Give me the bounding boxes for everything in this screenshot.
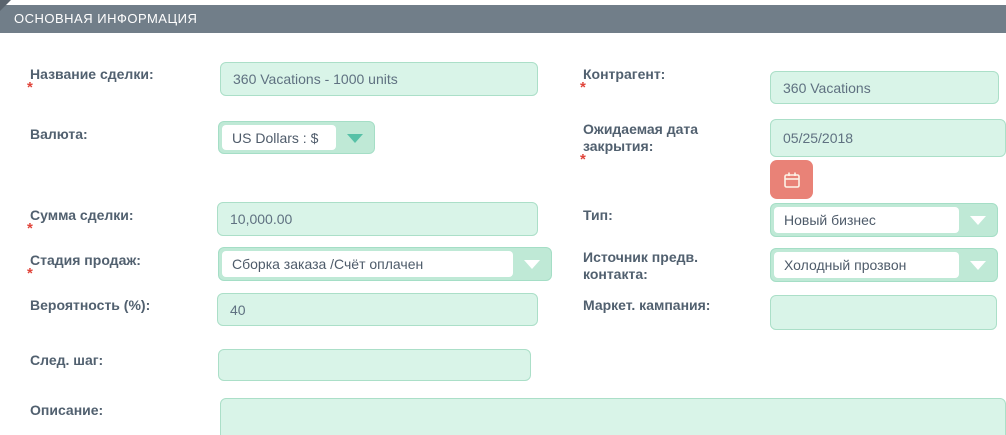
calendar-picker-button[interactable] xyxy=(770,160,813,199)
campaign-label: Маркет. кампания: xyxy=(583,297,711,313)
amount-label: Сумма сделки: * xyxy=(27,207,134,237)
required-marker: * xyxy=(580,151,586,168)
chevron-down-icon xyxy=(524,260,540,269)
chevron-down-icon xyxy=(970,216,986,225)
type-select[interactable]: Новый бизнес xyxy=(770,203,998,237)
deal-name-input[interactable] xyxy=(220,62,538,96)
type-label: Тип: xyxy=(583,207,613,223)
deal-edit-basic-info-panel: ОСНОВНАЯ ИНФОРМАЦИЯ Название сделки: * В… xyxy=(0,0,1006,435)
lead-source-select[interactable]: Холодный прозвон xyxy=(770,248,998,282)
calendar-icon xyxy=(783,172,800,188)
currency-selected-value: US Dollars : $ xyxy=(222,125,336,150)
probability-input[interactable] xyxy=(217,293,538,326)
next-step-label: След. шаг: xyxy=(30,352,104,368)
campaign-input[interactable] xyxy=(770,295,997,330)
required-marker: * xyxy=(27,220,33,237)
currency-label: Валюта: xyxy=(30,126,88,142)
account-input[interactable] xyxy=(770,71,999,104)
next-step-input[interactable] xyxy=(218,349,531,381)
description-textarea[interactable] xyxy=(220,398,1006,435)
sales-stage-label: Стадия продаж: * xyxy=(27,252,141,282)
deal-name-label: Название сделки: * xyxy=(27,66,154,96)
section-title: ОСНОВНАЯ ИНФОРМАЦИЯ xyxy=(14,11,198,26)
description-label: Описание: xyxy=(30,402,104,418)
close-date-label: Ожидаемая дата закрытия: * xyxy=(580,121,699,168)
required-marker: * xyxy=(27,265,33,282)
lead-source-label: Источник предв. контакта: xyxy=(583,249,698,282)
amount-input[interactable] xyxy=(217,202,538,236)
section-header-basic-information[interactable]: ОСНОВНАЯ ИНФОРМАЦИЯ xyxy=(0,5,1006,33)
chevron-down-icon xyxy=(970,261,986,270)
currency-select[interactable]: US Dollars : $ xyxy=(218,121,375,154)
close-date-input[interactable] xyxy=(770,119,1006,157)
lead-source-selected-value: Холодный прозвон xyxy=(774,252,959,278)
panel-corner-wedge xyxy=(0,0,11,11)
required-marker: * xyxy=(580,79,586,96)
type-selected-value: Новый бизнес xyxy=(774,207,959,233)
account-label: Контрагент: * xyxy=(580,66,666,96)
sales-stage-selected-value: Сборка заказа /Счёт оплачен xyxy=(222,251,513,277)
sales-stage-select[interactable]: Сборка заказа /Счёт оплачен xyxy=(218,247,552,281)
chevron-down-icon xyxy=(347,133,363,143)
probability-label: Вероятность (%): xyxy=(30,297,151,313)
required-marker: * xyxy=(27,79,33,96)
